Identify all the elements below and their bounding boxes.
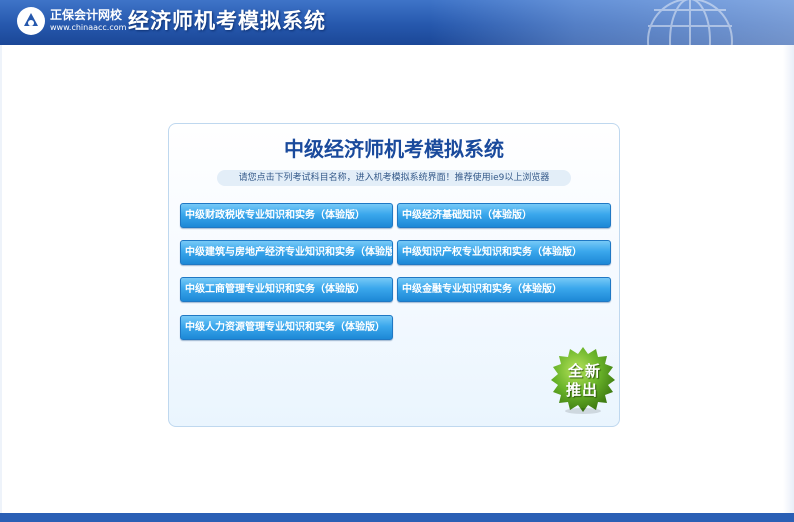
right-edge — [783, 45, 794, 513]
course-button-human-resources[interactable]: 中级人力资源管理专业知识和实务（体验版） — [180, 315, 393, 340]
chinaacc-logo-icon — [17, 7, 45, 35]
course-button-business-management[interactable]: 中级工商管理专业知识和实务（体验版） — [180, 277, 393, 302]
panel-title: 中级经济师机考模拟系统 — [284, 137, 504, 161]
header-banner: 正保会计网校 www.chinaacc.com 经济师机考模拟系统 — [0, 0, 794, 45]
brand-url: www.chinaacc.com — [50, 23, 127, 32]
brand-name: 正保会计网校 — [50, 8, 123, 22]
footer-bar — [0, 513, 794, 522]
course-button-economic-basics[interactable]: 中级经济基础知识（体验版） — [397, 203, 611, 228]
globe-icon — [647, 0, 733, 45]
browser-notice: 请您点击下列考试科目名称，进入机考模拟系统界面！推荐使用ie9以上浏览器 — [238, 173, 550, 183]
course-button-finance[interactable]: 中级金融专业知识和实务（体验版） — [397, 277, 611, 302]
course-button-construction-real-estate[interactable]: 中级建筑与房地产经济专业知识和实务（体验版） — [180, 240, 393, 265]
badge-text-launch: 推出 — [566, 381, 599, 399]
system-title: 经济师机考模拟系统 — [128, 9, 326, 33]
course-button-intellectual-property[interactable]: 中级知识产权专业知识和实务（体验版） — [397, 240, 611, 265]
badge-text-new: 全新 — [568, 362, 603, 380]
course-button-finance-tax[interactable]: 中级财政税收专业知识和实务（体验版） — [180, 203, 393, 228]
left-edge — [0, 45, 2, 513]
